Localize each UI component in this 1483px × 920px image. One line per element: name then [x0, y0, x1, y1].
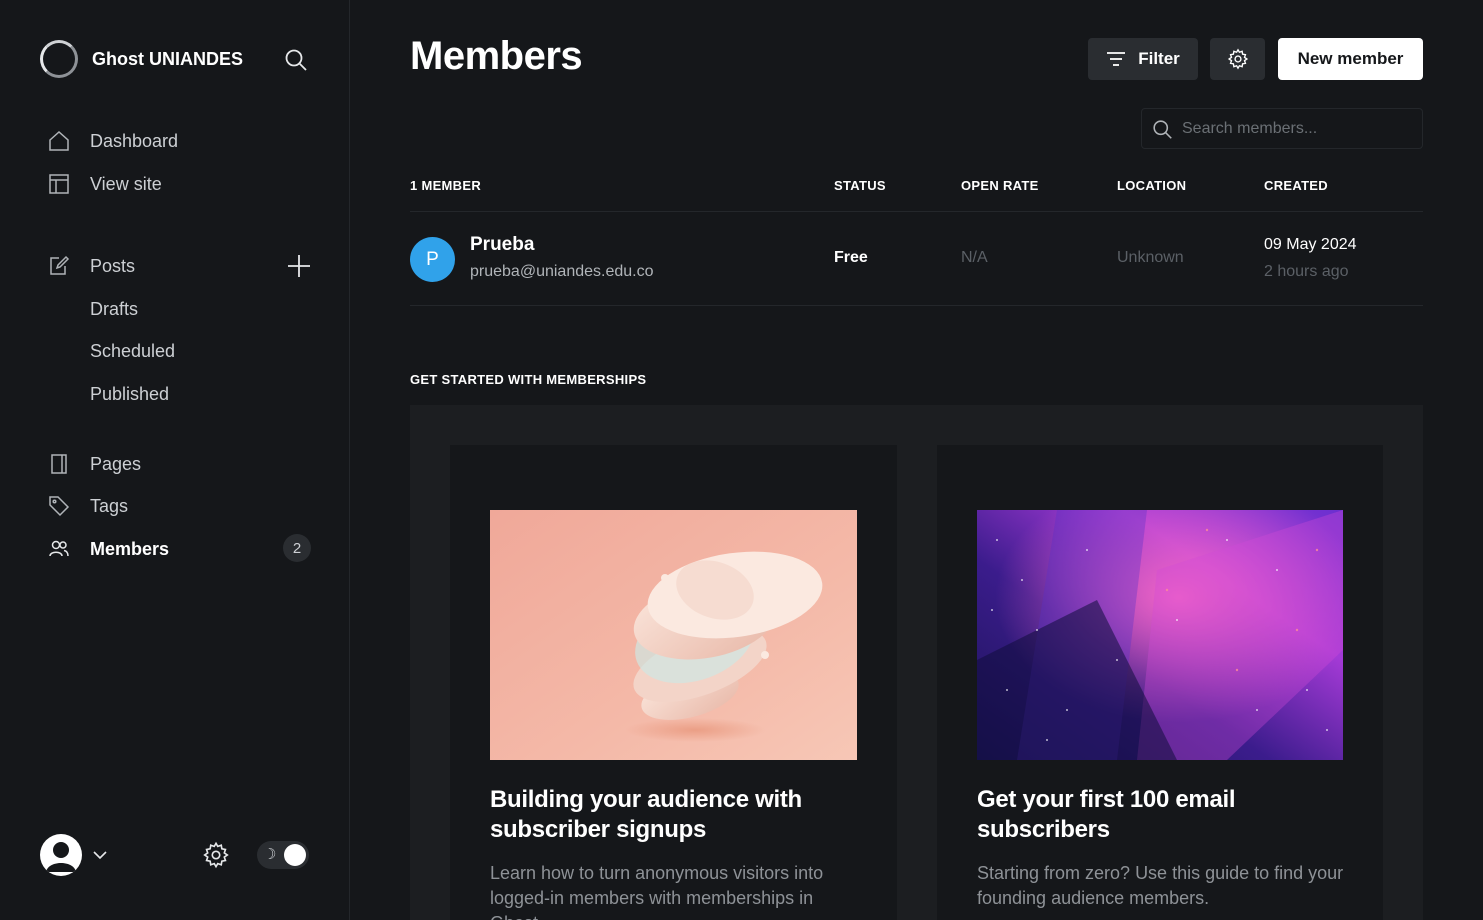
- column-header-created[interactable]: CREATED: [1264, 178, 1328, 193]
- table-divider: [410, 305, 1423, 306]
- page-icon: [46, 451, 72, 477]
- nav-view-site[interactable]: View site: [46, 169, 162, 199]
- moon-icon: ☽: [263, 846, 277, 863]
- column-header-status[interactable]: STATUS: [834, 178, 886, 193]
- section-title: GET STARTED WITH MEMBERSHIPS: [410, 372, 647, 387]
- filter-button[interactable]: Filter: [1088, 38, 1198, 80]
- card-image: [977, 510, 1343, 760]
- member-status: Free: [834, 249, 868, 266]
- nav-posts[interactable]: Posts: [46, 251, 135, 281]
- card-image: [490, 510, 857, 760]
- new-member-button[interactable]: New member: [1278, 38, 1423, 80]
- member-email: prueba@uniandes.edu.co: [470, 263, 654, 280]
- home-icon: [46, 128, 72, 154]
- member-avatar: P: [410, 237, 455, 282]
- nav-scheduled[interactable]: Scheduled: [90, 337, 175, 365]
- member-created-relative: 2 hours ago: [1264, 263, 1349, 280]
- nav-dashboard[interactable]: Dashboard: [46, 126, 178, 156]
- users-icon: [46, 536, 72, 562]
- tag-icon: [46, 493, 72, 519]
- user-avatar[interactable]: [40, 834, 82, 876]
- member-location: Unknown: [1117, 249, 1184, 266]
- edit-icon: [46, 253, 72, 279]
- card-title: Get your first 100 email subscribers: [977, 786, 1236, 843]
- card-description: Starting from zero? Use this guide to fi…: [977, 863, 1344, 908]
- nav-members[interactable]: Members: [46, 534, 169, 564]
- table-row[interactable]: P Prueba prueba@uniandes.edu.co Free N/A…: [410, 212, 1423, 305]
- site-logo-icon: [40, 40, 78, 78]
- nav-posts-label: Posts: [90, 255, 136, 276]
- nav-tags-label: Tags: [90, 495, 129, 516]
- nav-published[interactable]: Published: [90, 380, 169, 408]
- card-title: Building your audience with subscriber s…: [490, 786, 802, 843]
- card-description: Learn how to turn anonymous visitors int…: [490, 863, 824, 920]
- nav-tags[interactable]: Tags: [46, 491, 128, 521]
- theme-toggle[interactable]: ☽: [257, 841, 309, 869]
- nav-drafts[interactable]: Drafts: [90, 295, 138, 323]
- guide-card[interactable]: Get your first 100 email subscribers Sta…: [937, 445, 1383, 920]
- toggle-knob: [284, 844, 306, 866]
- guide-card[interactable]: Building your audience with subscriber s…: [450, 445, 897, 920]
- nav-pages-label: Pages: [90, 453, 142, 474]
- page-title: Members: [410, 34, 583, 78]
- new-post-plus-icon[interactable]: [286, 253, 312, 279]
- nav-dashboard-label: Dashboard: [90, 130, 179, 151]
- search-icon[interactable]: [282, 46, 310, 74]
- column-header-member: 1 MEMBER: [410, 178, 482, 193]
- search-members-input[interactable]: [1182, 117, 1412, 141]
- member-open-rate: N/A: [961, 249, 988, 266]
- search-icon: [1153, 120, 1172, 139]
- filter-button-label: Filter: [1138, 49, 1180, 68]
- members-settings-button[interactable]: [1210, 38, 1265, 80]
- gear-icon: [1227, 48, 1248, 70]
- column-header-location[interactable]: LOCATION: [1117, 178, 1186, 193]
- settings-gear-icon[interactable]: [202, 841, 230, 869]
- filter-icon: [1107, 52, 1126, 66]
- brand[interactable]: Ghost UNIANDES: [40, 40, 243, 78]
- nav-pages[interactable]: Pages: [46, 449, 141, 479]
- search-members-field[interactable]: [1141, 108, 1423, 149]
- member-name: Prueba: [470, 234, 535, 255]
- layout-icon: [46, 171, 72, 197]
- nav-view-site-label: View site: [90, 173, 162, 194]
- column-header-open-rate[interactable]: OPEN RATE: [961, 178, 1039, 193]
- member-created-date: 09 May 2024: [1264, 236, 1357, 253]
- nav-members-label: Members: [90, 538, 170, 559]
- sidebar: Ghost UNIANDES Dashboard View site Posts…: [0, 0, 350, 920]
- members-count-badge: 2: [283, 534, 311, 562]
- site-name: Ghost UNIANDES: [92, 48, 244, 69]
- chevron-down-icon[interactable]: [90, 845, 110, 865]
